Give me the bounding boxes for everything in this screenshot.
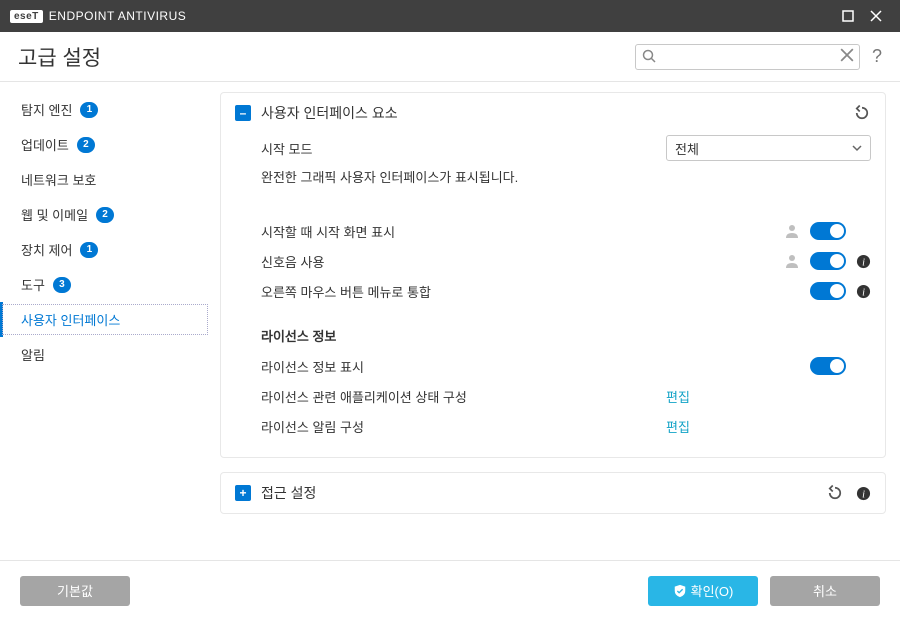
footer: 기본값 확인(O) 취소	[0, 560, 900, 620]
sidebar: 탐지 엔진 1 업데이트 2 네트워크 보호 웹 및 이메일 2 장치 제어 1…	[0, 82, 210, 560]
start-mode-select[interactable]: 전체	[666, 135, 871, 161]
sidebar-item-label: 웹 및 이메일	[21, 205, 88, 224]
default-button[interactable]: 기본값	[20, 576, 130, 606]
sidebar-item-label: 업데이트	[21, 135, 69, 154]
clear-icon[interactable]	[840, 48, 854, 62]
user-icon	[784, 223, 800, 239]
window-maximize-icon[interactable]	[834, 2, 862, 30]
user-icon	[784, 253, 800, 269]
revert-icon[interactable]	[826, 484, 844, 502]
panel-access-settings: + 접근 설정 i	[220, 472, 886, 514]
ok-label: 확인(O)	[691, 581, 734, 600]
sidebar-item-network-protection[interactable]: 네트워크 보호	[0, 162, 210, 197]
info-icon[interactable]: i	[856, 284, 871, 299]
collapse-icon[interactable]: –	[235, 105, 251, 121]
brand-text: ENDPOINT ANTIVIRUS	[49, 9, 186, 23]
titlebar: eseT ENDPOINT ANTIVIRUS	[0, 0, 900, 32]
sidebar-item-web-email[interactable]: 웹 및 이메일 2	[0, 197, 210, 232]
sidebar-badge: 2	[96, 207, 114, 223]
cancel-button[interactable]: 취소	[770, 576, 880, 606]
sidebar-badge: 3	[53, 277, 71, 293]
panel-header: + 접근 설정 i	[221, 473, 885, 513]
sidebar-badge: 2	[77, 137, 95, 153]
start-mode-value: 전체	[675, 139, 699, 158]
license-appstate-label: 라이선스 관련 애플리케이션 상태 구성	[261, 387, 467, 406]
panel-title: 사용자 인터페이스 요소	[261, 103, 398, 123]
sidebar-badge: 1	[80, 242, 98, 258]
sidebar-item-label: 알림	[21, 345, 45, 364]
svg-text:i: i	[862, 257, 865, 268]
app-brand: eseT ENDPOINT ANTIVIRUS	[10, 9, 186, 23]
search-box	[635, 44, 860, 70]
license-show-toggle[interactable]	[810, 357, 846, 375]
panel-title: 접근 설정	[261, 483, 316, 503]
svg-text:i: i	[862, 287, 865, 298]
license-alert-edit-link[interactable]: 편집	[666, 417, 690, 436]
ok-button[interactable]: 확인(O)	[648, 576, 758, 606]
sidebar-item-tools[interactable]: 도구 3	[0, 267, 210, 302]
context-menu-toggle[interactable]	[810, 282, 846, 300]
expand-icon[interactable]: +	[235, 485, 251, 501]
sound-toggle[interactable]	[810, 252, 846, 270]
info-icon[interactable]: i	[856, 486, 871, 501]
sidebar-badge: 1	[80, 102, 98, 118]
sidebar-item-user-interface[interactable]: 사용자 인터페이스	[0, 302, 210, 337]
license-show-label: 라이선스 정보 표시	[261, 357, 364, 376]
start-mode-label: 시작 모드	[261, 139, 312, 158]
panel-ui-elements: – 사용자 인터페이스 요소 시작 모드 전체	[220, 92, 886, 458]
context-menu-label: 오른쪽 마우스 버튼 메뉴로 통합	[261, 282, 431, 301]
sidebar-item-label: 네트워크 보호	[21, 170, 96, 189]
shield-icon	[673, 584, 687, 598]
window-close-icon[interactable]	[862, 2, 890, 30]
license-appstate-edit-link[interactable]: 편집	[666, 387, 690, 406]
panel-header: – 사용자 인터페이스 요소	[221, 93, 885, 133]
splash-label: 시작할 때 시작 화면 표시	[261, 222, 395, 241]
sidebar-item-label: 장치 제어	[21, 240, 72, 259]
sidebar-item-label: 탐지 엔진	[21, 100, 72, 119]
sidebar-item-update[interactable]: 업데이트 2	[0, 127, 210, 162]
help-icon[interactable]: ?	[872, 46, 882, 67]
license-alert-label: 라이선스 알림 구성	[261, 417, 364, 436]
brand-box: eseT	[10, 10, 43, 23]
search-input[interactable]	[635, 44, 860, 70]
license-heading: 라이선스 정보	[261, 326, 871, 345]
sidebar-item-detection-engine[interactable]: 탐지 엔진 1	[0, 92, 210, 127]
sidebar-item-label: 도구	[21, 275, 45, 294]
splash-toggle[interactable]	[810, 222, 846, 240]
info-icon[interactable]: i	[856, 254, 871, 269]
sidebar-item-label: 사용자 인터페이스	[21, 310, 120, 329]
sound-label: 신호음 사용	[261, 252, 324, 271]
revert-icon[interactable]	[853, 104, 871, 122]
sidebar-item-device-control[interactable]: 장치 제어 1	[0, 232, 210, 267]
svg-text:i: i	[862, 489, 865, 500]
header: 고급 설정 ?	[0, 32, 900, 82]
content: – 사용자 인터페이스 요소 시작 모드 전체	[210, 82, 900, 560]
page-title: 고급 설정	[18, 42, 101, 72]
search-icon	[641, 48, 657, 64]
start-mode-description: 완전한 그래픽 사용자 인터페이스가 표시됩니다.	[261, 167, 871, 186]
chevron-down-icon	[852, 143, 862, 153]
sidebar-item-notifications[interactable]: 알림	[0, 337, 210, 372]
